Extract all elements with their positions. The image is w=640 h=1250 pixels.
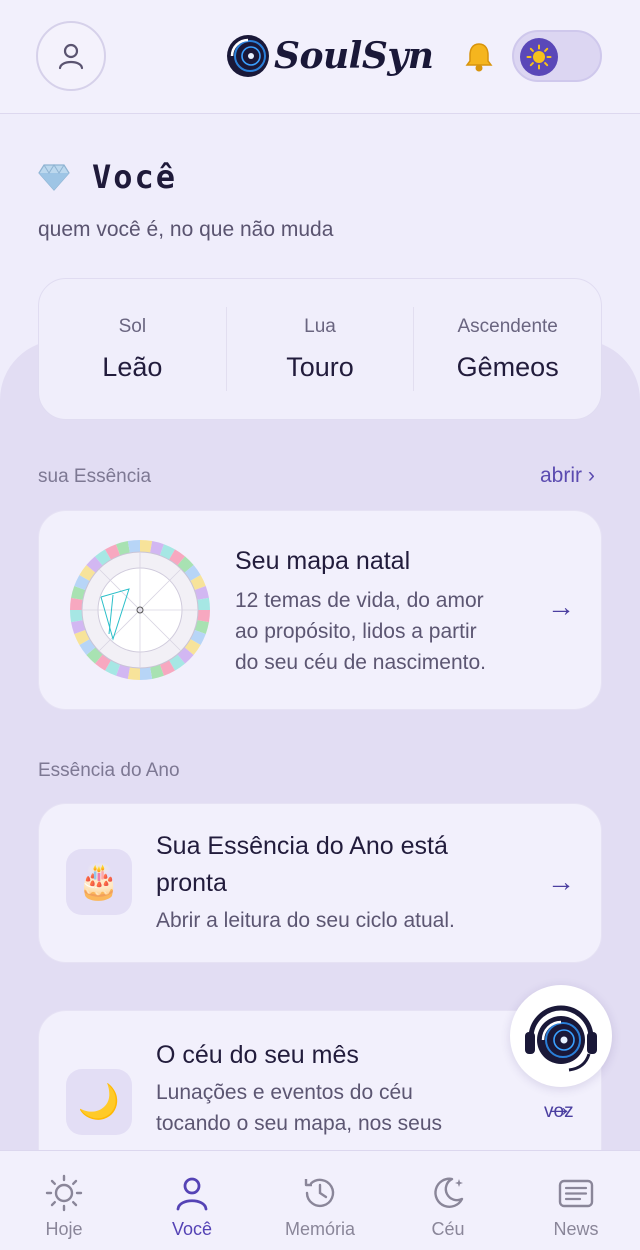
- page-subtitle: quem você é, no que não muda: [38, 218, 334, 241]
- ascendant-sign: Ascendente Gêmeos: [413, 307, 601, 391]
- nav-hoje[interactable]: Hoje: [0, 1151, 128, 1250]
- toggle-knob: [520, 38, 558, 76]
- moon-icon: 🌙: [66, 1069, 132, 1135]
- year-essence-card[interactable]: 🎂 Sua Essência do Ano está pronta Abrir …: [38, 803, 602, 963]
- wheel-segment: [197, 597, 210, 610]
- moon-sign-value: Touro: [286, 351, 354, 382]
- nav-label: Você: [171, 1219, 213, 1239]
- app-header: SoulSyn: [0, 0, 640, 114]
- wheel-segment: [127, 540, 140, 553]
- bell-icon: [465, 43, 493, 72]
- cake-icon: 🎂: [66, 849, 132, 915]
- logo-mark-icon: [227, 35, 269, 77]
- voice-assistant-button[interactable]: [510, 985, 612, 1087]
- sun-icon: [526, 44, 552, 70]
- nav-ceu[interactable]: Céu: [384, 1151, 512, 1250]
- year-essence-description: Abrir a leitura do seu ciclo atual.: [156, 909, 455, 932]
- profile-button[interactable]: [36, 21, 106, 91]
- natal-chart-wheel-icon: [69, 540, 210, 680]
- theme-toggle[interactable]: [512, 30, 602, 82]
- natal-desc-line-3: do seu céu de nascimento.: [235, 651, 486, 674]
- nav-label: Hoje: [45, 1219, 83, 1239]
- page-title: Você: [92, 158, 178, 196]
- wheel-segment: [69, 610, 83, 623]
- user-icon: [58, 43, 84, 70]
- year-title-line-1: Sua Essência do Ano está: [156, 832, 448, 860]
- ascendant-value: Gêmeos: [456, 351, 559, 382]
- arrow-right-icon: →: [547, 591, 575, 622]
- nav-news[interactable]: News: [512, 1151, 640, 1250]
- diamond-icon: [38, 164, 70, 191]
- year-section-label: Essência do Ano: [38, 760, 180, 781]
- month-sky-description: Lunações e eventos do céu tocando o seu …: [156, 1077, 442, 1139]
- wheel-segment: [197, 610, 210, 623]
- big-three-card: Sol Leão Lua Touro Ascendente Gêmeos: [38, 278, 602, 420]
- wheel-segment: [127, 667, 140, 680]
- natal-chart-title: Seu mapa natal: [235, 547, 411, 575]
- ascendant-label: Ascendente: [457, 315, 558, 337]
- app-logo: SoulSyn: [226, 30, 434, 82]
- arrow-right-icon: →: [547, 866, 575, 897]
- person-icon: [176, 1177, 208, 1211]
- month-desc-line-2: tocando o seu mapa, nos seus: [156, 1112, 443, 1135]
- nav-voce[interactable]: Você: [128, 1151, 256, 1250]
- moon-icon: [434, 1177, 464, 1208]
- voice-label: voz: [544, 1101, 574, 1122]
- natal-chart-card[interactable]: Seu mapa natal 12 temas de vida, do amor…: [38, 510, 602, 710]
- natal-desc-line-1: 12 temas de vida, do amor: [235, 589, 484, 612]
- year-essence-title: Sua Essência do Ano está pronta: [156, 828, 448, 902]
- month-desc-line-1: Lunações e eventos do céu: [156, 1081, 413, 1104]
- moon-sign-label: Lua: [304, 315, 336, 337]
- open-essence-link[interactable]: abrir ›: [540, 464, 595, 488]
- sun-sign: Sol Leão: [39, 279, 226, 419]
- logo-text: SoulSyn: [274, 35, 434, 77]
- wheel-segment: [140, 540, 153, 553]
- natal-desc-line-2: ao propósito, lidos a partir: [235, 620, 477, 643]
- nav-label: News: [553, 1219, 599, 1239]
- moon-sign: Lua Touro: [225, 307, 414, 391]
- natal-chart-description: 12 temas de vida, do amor ao propósito, …: [235, 585, 486, 678]
- nav-memoria[interactable]: Memória: [256, 1151, 384, 1250]
- headset-logo-icon: [525, 1005, 597, 1072]
- history-icon: [304, 1178, 335, 1208]
- nav-label: Céu: [431, 1219, 465, 1239]
- wheel-segment: [140, 667, 153, 680]
- sun-sign-value: Leão: [102, 351, 163, 382]
- wheel-segment: [69, 597, 83, 610]
- sun-sign-label: Sol: [118, 315, 147, 337]
- sun-icon: [45, 1174, 83, 1212]
- nav-label: Memória: [284, 1219, 355, 1239]
- month-sky-title: O céu do seu mês: [156, 1041, 359, 1069]
- news-icon: [558, 1179, 594, 1208]
- essence-section-label: sua Essência: [38, 466, 152, 487]
- bottom-navigation: Hoje Você Memória Céu News: [0, 1150, 640, 1250]
- notifications-button[interactable]: [462, 40, 496, 74]
- year-title-line-2: pronta: [156, 869, 227, 897]
- page-title-row: Você: [38, 158, 177, 196]
